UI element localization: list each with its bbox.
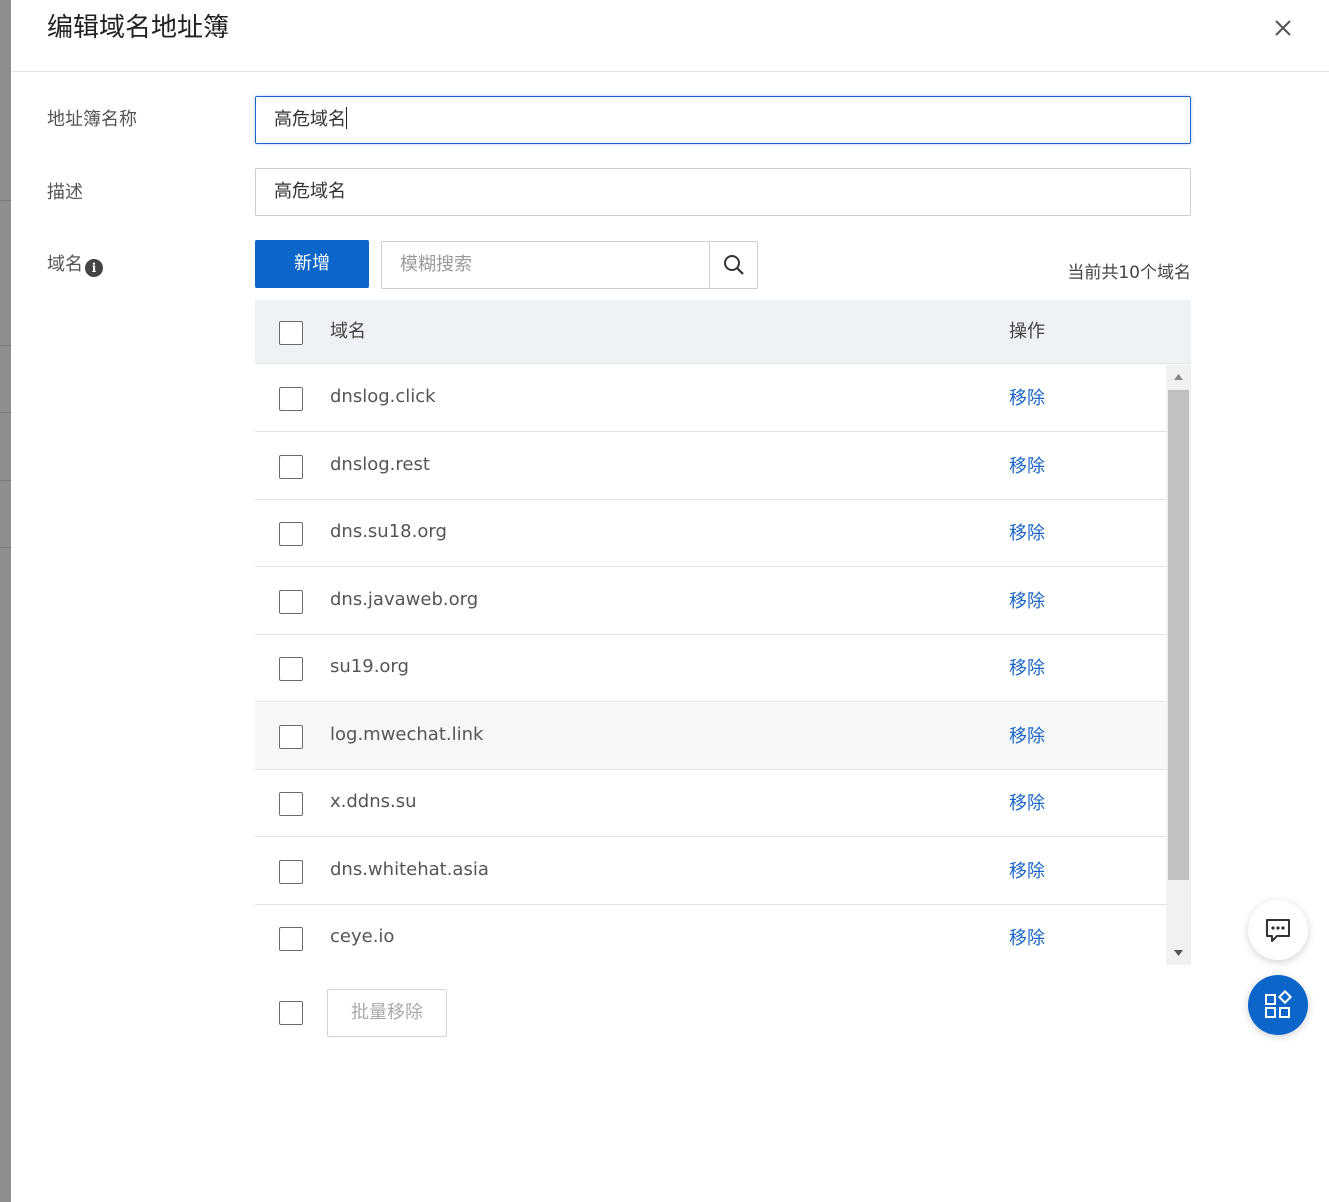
- remove-link[interactable]: 移除: [1009, 590, 1045, 614]
- scroll-down-icon: [1174, 950, 1183, 956]
- scroll-up-button[interactable]: [1166, 365, 1191, 387]
- name-input-value: 高危域名: [274, 109, 346, 130]
- table-row: dns.whitehat.asia 移除: [255, 837, 1166, 905]
- chat-button[interactable]: [1248, 900, 1308, 960]
- info-icon[interactable]: i: [85, 259, 103, 277]
- row-domain: dns.whitehat.asia: [330, 858, 489, 880]
- close-icon: [1275, 20, 1291, 36]
- close-button[interactable]: [1269, 14, 1297, 42]
- add-button[interactable]: 新增: [255, 240, 369, 288]
- remove-link[interactable]: 移除: [1009, 387, 1045, 411]
- desc-input[interactable]: 高危域名: [255, 168, 1191, 216]
- table-body: dnslog.click 移除 dnslog.rest 移除 dns.su18.…: [255, 365, 1191, 965]
- name-input[interactable]: 高危域名: [255, 96, 1191, 144]
- row-domain: log.mwechat.link: [330, 723, 484, 745]
- header-action: 操作: [1009, 321, 1045, 342]
- dialog-title: 编辑域名地址簿: [47, 13, 230, 43]
- row-checkbox[interactable]: [279, 724, 303, 749]
- table-header: 域名 操作: [255, 300, 1191, 364]
- remove-link[interactable]: 移除: [1009, 455, 1045, 479]
- domain-count: 当前共10个域名: [1067, 263, 1191, 283]
- row-domain: dns.javaweb.org: [330, 588, 479, 610]
- remove-link[interactable]: 移除: [1009, 860, 1045, 884]
- row-checkbox[interactable]: [279, 522, 303, 546]
- remove-link[interactable]: 移除: [1009, 725, 1045, 749]
- bulk-remove-button[interactable]: 批量移除: [327, 989, 447, 1037]
- table-scrollbar[interactable]: [1166, 365, 1191, 965]
- row-domain: su19.org: [330, 656, 409, 677]
- row-checkbox[interactable]: [279, 657, 303, 681]
- name-label: 地址簿名称: [47, 109, 137, 130]
- remove-link[interactable]: 移除: [1009, 792, 1045, 816]
- desc-input-value: 高危域名: [274, 181, 346, 202]
- row-checkbox[interactable]: [279, 927, 303, 951]
- bulk-select-checkbox[interactable]: [279, 1001, 303, 1025]
- table-row: dns.su18.org 移除: [255, 500, 1166, 567]
- row-checkbox[interactable]: [279, 589, 303, 614]
- table-row: ceye.io 移除: [255, 905, 1166, 965]
- edit-domain-dialog: 编辑域名地址簿 地址簿名称 高危域名 描述 高危域名 域名 i 新增 模糊搜索 当…: [11, 0, 1329, 1202]
- row-domain: x.ddns.su: [330, 791, 417, 812]
- row-checkbox[interactable]: [279, 454, 303, 479]
- dialog-header: 编辑域名地址簿: [11, 0, 1329, 72]
- domain-label-text: 域名: [47, 254, 83, 275]
- search-icon: [723, 255, 744, 275]
- table-row: log.mwechat.link 移除: [255, 702, 1166, 770]
- table-row: dnslog.rest 移除: [255, 432, 1166, 500]
- apps-icon: [1265, 990, 1293, 1018]
- text-caret: [346, 107, 347, 129]
- remove-link[interactable]: 移除: [1009, 927, 1045, 951]
- desc-label: 描述: [47, 182, 83, 203]
- row-checkbox[interactable]: [279, 859, 303, 884]
- table-row: x.ddns.su 移除: [255, 770, 1166, 837]
- row-domain: ceye.io: [330, 926, 395, 947]
- row-checkbox[interactable]: [279, 792, 303, 816]
- search-box: 模糊搜索: [381, 241, 758, 289]
- remove-link[interactable]: 移除: [1009, 657, 1045, 681]
- row-domain: dns.su18.org: [330, 521, 447, 542]
- remove-link[interactable]: 移除: [1009, 522, 1045, 546]
- search-input[interactable]: 模糊搜索: [382, 242, 709, 288]
- table-row: dnslog.click 移除: [255, 365, 1166, 432]
- row-domain: dnslog.click: [330, 386, 436, 407]
- backdrop-overlay: [0, 0, 11, 1202]
- select-all-checkbox[interactable]: [279, 321, 303, 345]
- row-checkbox[interactable]: [279, 387, 303, 411]
- apps-button[interactable]: [1248, 975, 1308, 1035]
- scroll-up-icon: [1174, 374, 1183, 380]
- domain-label: 域名 i: [47, 253, 103, 277]
- table-row: dns.javaweb.org 移除: [255, 567, 1166, 635]
- table-row: su19.org 移除: [255, 635, 1166, 702]
- header-domain: 域名: [330, 321, 366, 342]
- scroll-down-button[interactable]: [1166, 943, 1191, 965]
- row-domain: dnslog.rest: [330, 453, 430, 475]
- scroll-thumb[interactable]: [1168, 390, 1189, 880]
- chat-icon: [1266, 919, 1290, 942]
- search-button[interactable]: [709, 242, 757, 288]
